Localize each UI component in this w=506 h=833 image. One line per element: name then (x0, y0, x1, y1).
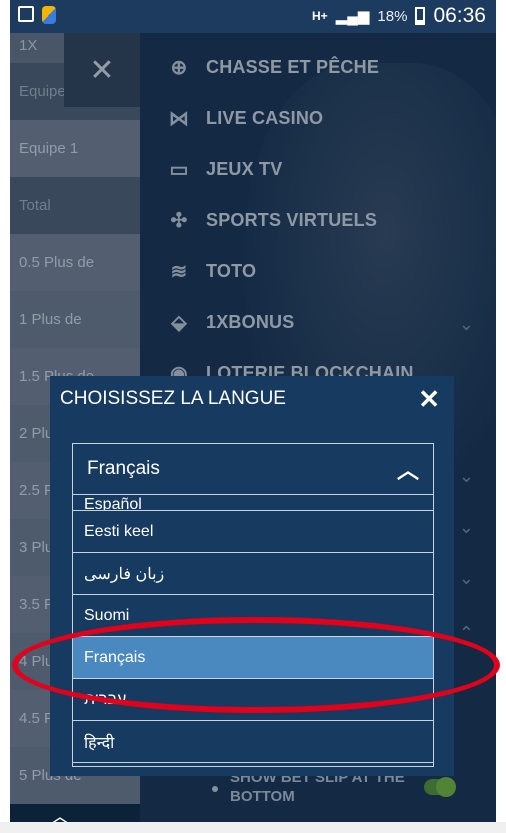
language-option[interactable]: Eesti keel (73, 511, 433, 553)
scroll-up-icon[interactable]: ︿ (50, 800, 70, 822)
selected-language: Français (87, 458, 160, 479)
app-icon (42, 6, 56, 24)
signal-icon: ▂▄▆ (335, 8, 370, 25)
dialog-title: CHOISISSEZ LA LANGUE (60, 388, 286, 409)
network-type: H+ (312, 9, 328, 23)
battery-percent: 18% (377, 7, 408, 25)
language-option[interactable]: हिन्दी (73, 721, 433, 763)
dialog-close-button[interactable]: ✕ (418, 384, 440, 415)
gallery-icon (18, 6, 34, 22)
language-option[interactable]: زبان فارسی (73, 553, 433, 595)
chevron-up-icon: ︿ (396, 458, 419, 483)
clock: 06:36 (433, 4, 486, 27)
language-select[interactable]: Français ︿ (72, 443, 434, 495)
language-option[interactable]: עברית (73, 679, 433, 721)
language-option-selected[interactable]: Français (73, 637, 433, 679)
language-options: Español Eesti keel زبان فارسی Suomi Fran… (72, 495, 434, 767)
bottom-strip (0, 822, 506, 833)
language-option[interactable]: Suomi (73, 595, 433, 637)
screen: H+ ▂▄▆ 18% 06:36 1X Equipe 1 Equipe 1 To… (10, 0, 496, 822)
status-bar: H+ ▂▄▆ 18% 06:36 (10, 0, 496, 33)
language-option[interactable]: Español (73, 495, 433, 511)
battery-icon (415, 7, 426, 25)
language-dialog: CHOISISSEZ LA LANGUE ✕ Français ︿ Españo… (50, 376, 454, 776)
